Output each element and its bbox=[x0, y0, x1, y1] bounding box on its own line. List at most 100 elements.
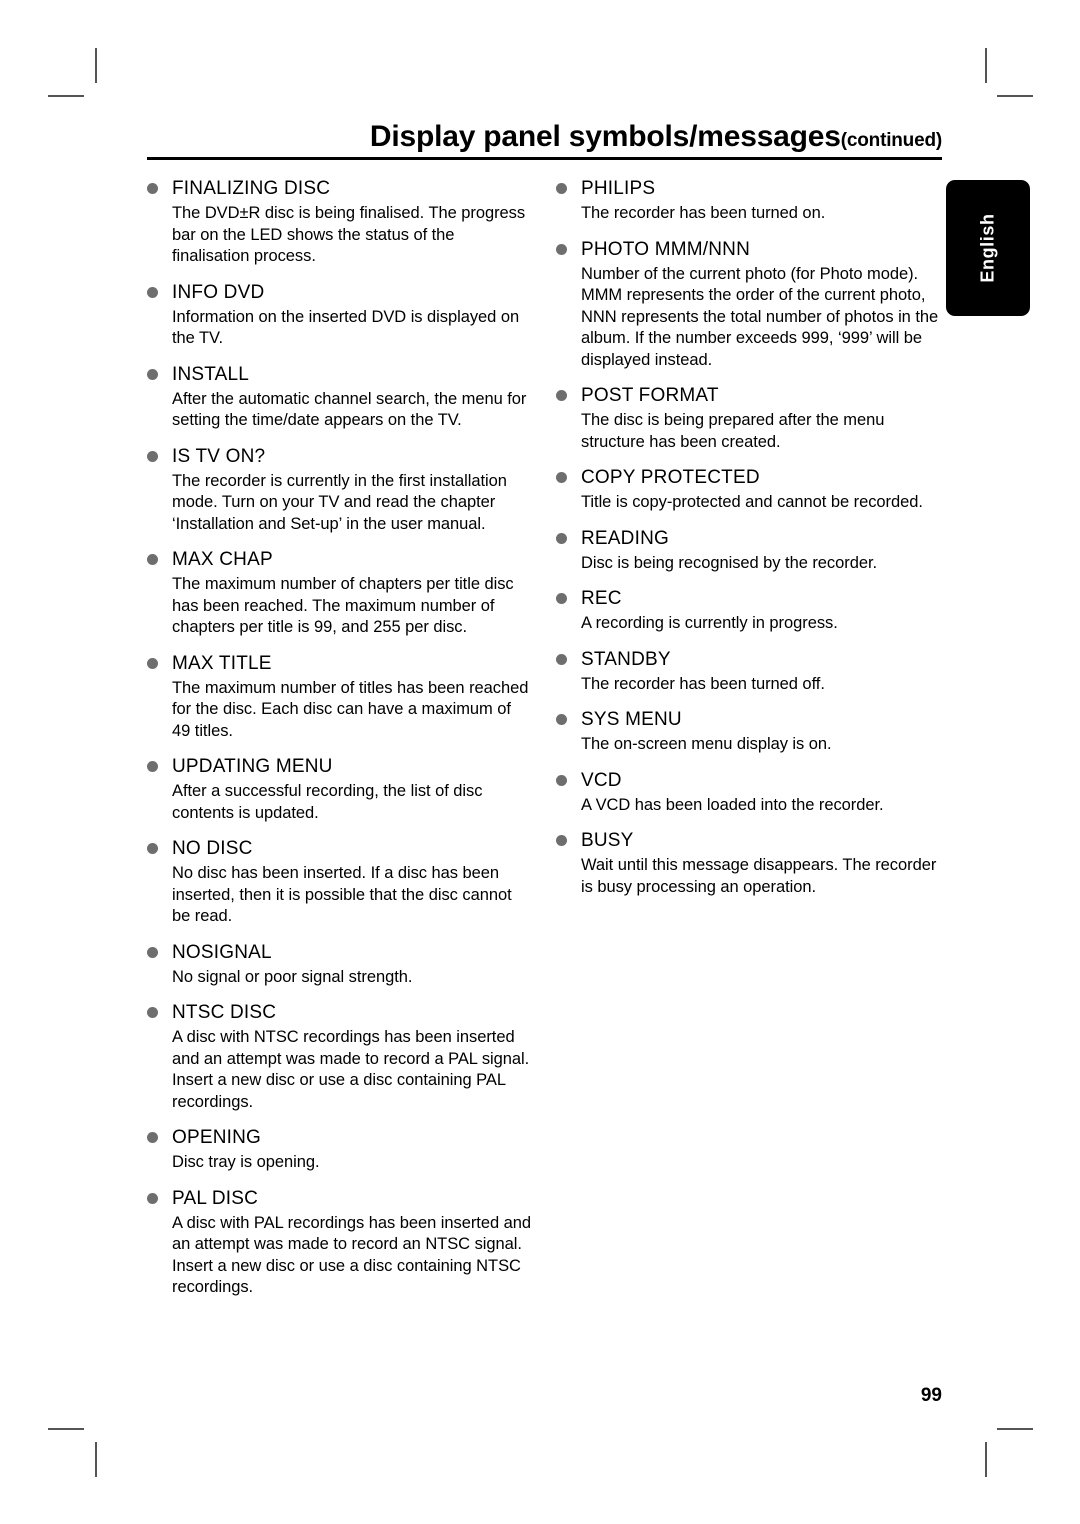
glossary-entry: NTSC DISC A disc with NTSC recordings has… bbox=[147, 1001, 533, 1113]
page-header: Display panel symbols/messages(continued… bbox=[147, 120, 942, 163]
glossary-entry-header: FINALIZING DISC bbox=[147, 177, 533, 201]
bullet-icon bbox=[147, 1007, 158, 1018]
glossary-description: No signal or poor signal strength. bbox=[172, 967, 413, 986]
glossary-term: VCD bbox=[581, 769, 622, 791]
glossary-description: The DVD±R disc is being finalised. The p… bbox=[172, 204, 526, 265]
crop-mark-bottom-right-vertical bbox=[985, 1442, 987, 1477]
glossary-entry-header: VCD bbox=[556, 769, 942, 793]
glossary-term: PHILIPS bbox=[581, 178, 656, 199]
page-number: 99 bbox=[920, 1385, 942, 1406]
crop-mark-top-right-horizontal bbox=[997, 95, 1033, 97]
glossary-entry: VCD A VCD has been loaded into the record… bbox=[556, 769, 942, 817]
glossary-description: The recorder has been turned on. bbox=[581, 204, 826, 222]
glossary-description: The on-screen menu display is on. bbox=[581, 735, 832, 753]
bullet-icon bbox=[556, 390, 567, 401]
bullet-icon bbox=[556, 593, 567, 604]
bullet-icon bbox=[556, 183, 567, 194]
glossary-entry-header: MAX TITLE bbox=[147, 652, 533, 676]
glossary-term: MAX CHAP bbox=[172, 549, 273, 570]
glossary-term: INFO DVD bbox=[172, 281, 265, 303]
bullet-icon bbox=[556, 472, 567, 483]
glossary-entry-header: IS TV ON? bbox=[147, 445, 533, 469]
glossary-term: BUSY bbox=[581, 830, 634, 851]
glossary-entry-header: INSTALL bbox=[147, 363, 533, 387]
bullet-icon bbox=[556, 653, 567, 665]
crop-mark-top-left-vertical bbox=[95, 48, 97, 83]
column-left: FINALIZING DISC The DVD±R disc is being f… bbox=[147, 177, 533, 1299]
glossary-description: After the automatic channel search, the … bbox=[172, 389, 527, 430]
glossary-term: STANDBY bbox=[581, 648, 671, 670]
glossary-entry-header: STANDBY bbox=[556, 648, 942, 672]
bullet-icon bbox=[147, 843, 158, 854]
glossary-entry-header: REC bbox=[556, 587, 942, 611]
glossary-description: A disc with NTSC recordings has been ins… bbox=[172, 1028, 530, 1111]
glossary-entry-header: PAL DISC bbox=[147, 1187, 533, 1211]
glossary-entry-header: MAX CHAP bbox=[147, 548, 533, 572]
glossary-description: The recorder has been turned off. bbox=[581, 674, 825, 693]
glossary-entry: PHILIPS The recorder has been turned on. bbox=[556, 177, 942, 225]
glossary-entry-header: OPENING bbox=[147, 1126, 533, 1150]
glossary-description: After a successful recording, the list o… bbox=[172, 782, 483, 822]
glossary-entry-header: PHOTO MMM/NNN bbox=[556, 238, 942, 262]
glossary-entry-header: NO DISC bbox=[147, 837, 533, 861]
glossary-entry: PAL DISC A disc with PAL recordings has b… bbox=[147, 1187, 533, 1299]
glossary-description: Number of the current photo (for Photo m… bbox=[581, 264, 939, 369]
bullet-icon bbox=[147, 1132, 158, 1143]
column-right: PHILIPS The recorder has been turned on. P… bbox=[556, 177, 942, 1299]
glossary-description: The maximum number of chapters per title… bbox=[172, 575, 514, 636]
glossary-description: Wait until this message disappears. The … bbox=[581, 856, 937, 896]
glossary-entry-header: NTSC DISC bbox=[147, 1001, 533, 1025]
glossary-entry: REC A recording is currently in progress. bbox=[556, 587, 942, 635]
glossary-term: SYS MENU bbox=[581, 709, 682, 730]
glossary-entry: NOSIGNAL No signal or poor signal strengt… bbox=[147, 941, 533, 989]
glossary-term: COPY PROTECTED bbox=[581, 467, 760, 488]
page-content: Display panel symbols/messages(continued… bbox=[147, 120, 942, 1406]
glossary-term: UPDATING MENU bbox=[172, 756, 333, 777]
glossary-entry-header: SYS MENU bbox=[556, 708, 942, 732]
glossary-description: Disc tray is opening. bbox=[172, 1153, 320, 1171]
bullet-icon bbox=[556, 714, 567, 725]
glossary-term: INSTALL bbox=[172, 363, 250, 385]
bullet-icon bbox=[147, 183, 158, 194]
glossary-entry: NO DISC No disc has been inserted. If a d… bbox=[147, 837, 533, 928]
glossary-entry: POST FORMAT The disc is being prepared af… bbox=[556, 384, 942, 453]
bullet-icon bbox=[147, 1192, 158, 1204]
glossary-entry: IS TV ON? The recorder is currently in th… bbox=[147, 445, 533, 536]
glossary-entry: COPY PROTECTED Title is copy-protected an… bbox=[556, 466, 942, 514]
bullet-icon bbox=[147, 286, 158, 298]
glossary-entry: READING Disc is being recognised by the r… bbox=[556, 527, 942, 575]
glossary-term: REC bbox=[581, 588, 622, 609]
glossary-entry: BUSY Wait until this message disappears. … bbox=[556, 829, 942, 898]
bullet-icon bbox=[147, 761, 158, 772]
glossary-entry: PHOTO MMM/NNN Number of the current photo… bbox=[556, 238, 942, 372]
glossary-term: FINALIZING DISC bbox=[172, 178, 331, 199]
glossary-description: The recorder is currently in the first i… bbox=[172, 471, 507, 533]
crop-mark-top-right-vertical bbox=[985, 48, 987, 83]
bullet-icon bbox=[147, 450, 158, 462]
crop-mark-bottom-right-horizontal bbox=[997, 1428, 1033, 1430]
glossary-entry: OPENING Disc tray is opening. bbox=[147, 1126, 533, 1174]
glossary-entry: MAX TITLE The maximum number of titles ha… bbox=[147, 652, 533, 743]
glossary-entry-header: PHILIPS bbox=[556, 177, 942, 201]
glossary-entry-header: READING bbox=[556, 527, 942, 551]
glossary-description: The maximum number of titles has been re… bbox=[172, 678, 529, 740]
bullet-icon bbox=[556, 532, 567, 544]
glossary-entry: STANDBY The recorder has been turned off. bbox=[556, 648, 942, 696]
bullet-icon bbox=[556, 774, 567, 786]
glossary-term: OPENING bbox=[172, 1127, 262, 1148]
glossary-term: READING bbox=[581, 527, 669, 549]
glossary-entry: MAX CHAP The maximum number of chapters p… bbox=[147, 548, 533, 639]
glossary-term: PHOTO MMM/NNN bbox=[581, 238, 751, 260]
bullet-icon bbox=[147, 554, 158, 565]
body-columns: FINALIZING DISC The DVD±R disc is being f… bbox=[147, 177, 942, 1299]
glossary-description: Disc is being recognised by the recorder… bbox=[581, 553, 878, 572]
glossary-entry-header: NOSIGNAL bbox=[147, 941, 533, 965]
page-title-continued: (continued) bbox=[840, 130, 942, 151]
language-tab: English bbox=[946, 180, 1030, 316]
glossary-entry-header: BUSY bbox=[556, 829, 942, 853]
glossary-entry-header: POST FORMAT bbox=[556, 384, 942, 408]
crop-mark-bottom-left-vertical bbox=[95, 1442, 97, 1477]
glossary-description: The disc is being prepared after the men… bbox=[581, 411, 885, 451]
bullet-icon bbox=[147, 368, 158, 380]
glossary-entry-header: INFO DVD bbox=[147, 281, 533, 305]
